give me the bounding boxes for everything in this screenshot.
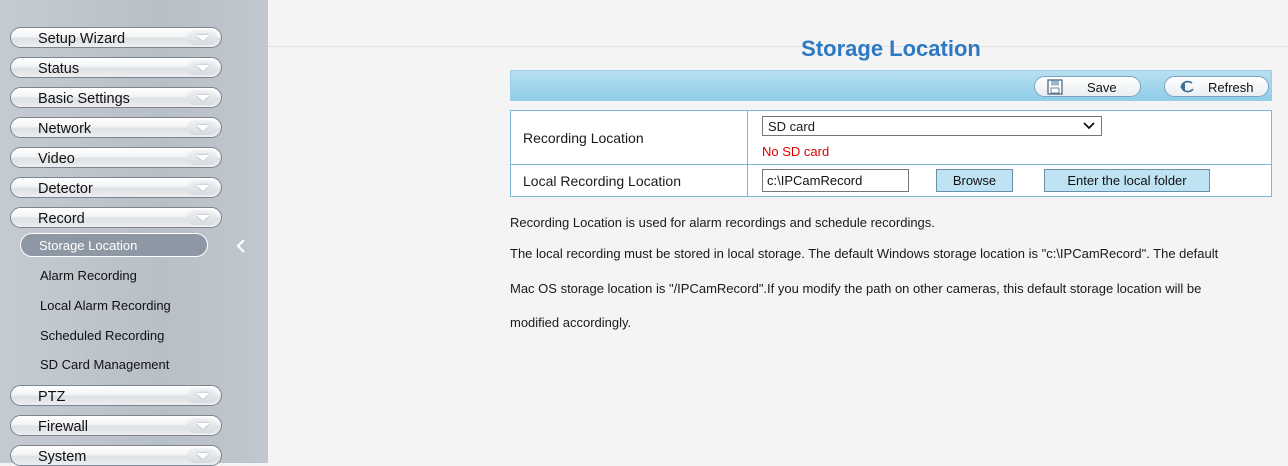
description-line: The local recording must be stored in lo… — [510, 246, 1219, 261]
menu-basic-settings[interactable]: Basic Settings — [10, 87, 222, 108]
local-recording-cell: Browse Enter the local folder — [747, 164, 1272, 197]
menu-network[interactable]: Network — [10, 117, 222, 138]
page-title: Storage Location — [801, 36, 981, 61]
active-pointer-icon — [236, 239, 245, 253]
menu-firewall[interactable]: Firewall — [10, 415, 222, 436]
submenu-storage-location[interactable]: Storage Location — [20, 233, 208, 257]
settings-table: Recording Location SD card No SD card Lo… — [510, 110, 1272, 197]
table-row: Recording Location SD card No SD card — [510, 110, 1272, 165]
refresh-button[interactable]: Refresh — [1164, 76, 1269, 97]
description-line: Mac OS storage location is "/IPCamRecord… — [510, 281, 1202, 296]
browse-button[interactable]: Browse — [936, 169, 1013, 192]
menu-label: Status — [38, 61, 80, 77]
refresh-icon — [1180, 80, 1194, 93]
local-path-input[interactable] — [762, 169, 909, 192]
menu-label: PTZ — [38, 389, 66, 405]
chevron-down-icon — [187, 180, 217, 195]
menu-record[interactable]: Record — [10, 207, 222, 228]
menu-status[interactable]: Status — [10, 57, 222, 78]
menu-setup-wizard[interactable]: Setup Wizard — [10, 27, 222, 48]
recording-location-cell: SD card No SD card — [747, 110, 1272, 165]
sidebar: Setup Wizard Status Basic Settings Netwo… — [0, 0, 268, 466]
menu-label: Basic Settings — [38, 91, 130, 107]
chevron-down-icon — [187, 388, 217, 403]
refresh-label: Refresh — [1208, 80, 1254, 95]
chevron-down-icon — [187, 60, 217, 75]
save-label: Save — [1087, 80, 1117, 95]
menu-label: Record — [38, 211, 85, 227]
save-button[interactable]: Save — [1034, 76, 1141, 97]
floppy-icon — [1047, 79, 1063, 95]
chevron-down-icon — [187, 150, 217, 165]
toolbar: Save Refresh — [510, 70, 1272, 101]
chevron-down-icon — [187, 210, 217, 225]
local-recording-location-label: Local Recording Location — [510, 164, 748, 197]
menu-video[interactable]: Video — [10, 147, 222, 168]
menu-label: Video — [38, 151, 75, 167]
chevron-down-icon — [1083, 122, 1095, 130]
chevron-down-icon — [187, 448, 217, 463]
sd-status-text: No SD card — [762, 144, 830, 159]
chevron-down-icon — [187, 30, 217, 45]
submenu-scheduled-recording[interactable]: Scheduled Recording — [40, 328, 164, 343]
table-row: Local Recording Location Browse Enter th… — [510, 164, 1272, 197]
submenu-local-alarm-recording[interactable]: Local Alarm Recording — [40, 298, 171, 313]
recording-location-select[interactable]: SD card — [762, 116, 1102, 136]
chevron-down-icon — [187, 90, 217, 105]
submenu-alarm-recording[interactable]: Alarm Recording — [40, 268, 137, 283]
chevron-down-icon — [187, 418, 217, 433]
enter-local-folder-button[interactable]: Enter the local folder — [1044, 169, 1210, 192]
description-line: modified accordingly. — [510, 315, 632, 330]
menu-label: Detector — [38, 181, 93, 197]
menu-label: Network — [38, 121, 92, 137]
menu-detector[interactable]: Detector — [10, 177, 222, 198]
menu-ptz[interactable]: PTZ — [10, 385, 222, 406]
recording-location-label: Recording Location — [510, 110, 748, 165]
select-value: SD card — [768, 119, 815, 134]
chevron-down-icon — [187, 120, 217, 135]
submenu-sd-card-management[interactable]: SD Card Management — [40, 357, 169, 372]
menu-label: Firewall — [38, 419, 88, 435]
submenu-label: Storage Location — [39, 238, 138, 253]
description-line: Recording Location is used for alarm rec… — [510, 215, 935, 230]
menu-label: Setup Wizard — [38, 31, 126, 47]
